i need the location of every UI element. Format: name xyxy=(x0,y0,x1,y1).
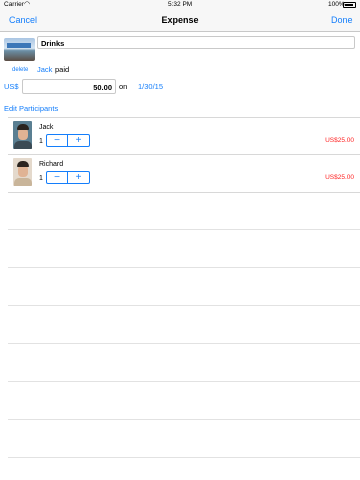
done-button[interactable]: Done xyxy=(331,15,353,25)
table-row-separator xyxy=(8,229,360,230)
increment-button[interactable]: + xyxy=(68,135,89,146)
participant-amount: US$25.00 xyxy=(325,174,354,181)
table-row-separator xyxy=(8,305,360,306)
decrement-button[interactable]: − xyxy=(47,172,68,183)
edit-participants-button[interactable]: Edit Participants xyxy=(4,104,58,113)
wifi-icon: ◠ xyxy=(24,1,31,8)
currency-button[interactable]: US$ xyxy=(4,82,19,91)
expense-name-field[interactable]: Drinks xyxy=(37,36,355,49)
participant-quantity: 1 xyxy=(39,175,43,182)
participant-name: Jack xyxy=(39,124,54,131)
on-label: on xyxy=(119,82,128,91)
avatar xyxy=(13,121,32,149)
participant-name: Richard xyxy=(39,161,64,168)
participant-amount: US$25.00 xyxy=(325,137,354,144)
paid-label: paid xyxy=(55,65,70,74)
increment-button[interactable]: + xyxy=(68,172,89,183)
status-bar: Carrier ◠ 5:32 PM 100% xyxy=(0,0,360,10)
table-row-separator xyxy=(8,457,360,458)
photo-sign xyxy=(7,43,31,48)
table-row-separator xyxy=(8,267,360,268)
status-time: 5:32 PM xyxy=(168,1,193,8)
decrement-button[interactable]: − xyxy=(47,135,68,146)
avatar xyxy=(13,158,32,186)
participant-row-richard: Richard 1 − + US$25.00 xyxy=(8,155,360,193)
quantity-stepper[interactable]: − + xyxy=(46,134,90,147)
battery-icon xyxy=(343,2,356,8)
expense-photo[interactable] xyxy=(4,38,35,61)
quantity-stepper[interactable]: − + xyxy=(46,171,90,184)
page-title: Expense xyxy=(161,15,199,25)
carrier-label: Carrier xyxy=(4,1,24,8)
table-row-separator xyxy=(8,381,360,382)
navigation-bar: Cancel Expense Done xyxy=(0,10,360,32)
participant-quantity: 1 xyxy=(39,138,43,145)
payer-button[interactable]: Jack xyxy=(37,65,52,74)
table-row-separator xyxy=(8,419,360,420)
amount-field[interactable]: 50.00 xyxy=(22,79,116,94)
date-button[interactable]: 1/30/15 xyxy=(138,82,163,91)
table-row-separator xyxy=(8,343,360,344)
participant-row-jack: Jack 1 − + US$25.00 xyxy=(8,117,360,155)
delete-photo-button[interactable]: delete xyxy=(12,67,28,73)
